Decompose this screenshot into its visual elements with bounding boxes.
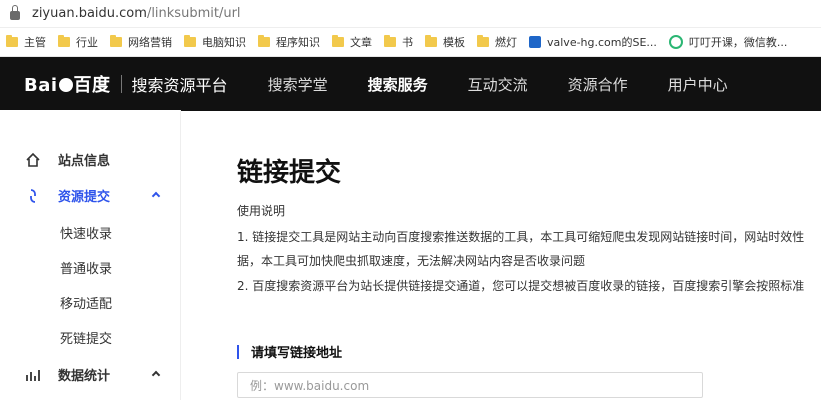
bookmark-item[interactable]: 书: [384, 34, 413, 50]
lock-icon: [10, 5, 20, 20]
folder-icon: [110, 35, 122, 47]
bookmark-label: 网络营销: [128, 36, 172, 49]
usage-line: 1. 链接提交工具是网站主动向百度搜索推送数据的工具，本工具可缩短爬虫发现网站链…: [237, 230, 805, 244]
nav-item-user-center[interactable]: 用户中心: [668, 74, 728, 95]
site-favicon-icon: [529, 36, 541, 48]
site-favicon-icon: [668, 35, 683, 49]
address-bar[interactable]: ziyuan.baidu.com/linksubmit/url: [0, 0, 821, 28]
bookmark-label: 电脑知识: [202, 36, 246, 49]
sidebar-item-resource-submit[interactable]: 资源提交: [0, 186, 180, 205]
brand-left-text: Bai: [24, 75, 58, 96]
bookmark-label: 模板: [443, 36, 465, 49]
bookmark-item[interactable]: 文章: [332, 34, 372, 50]
sidebar-item-label: 数据统计: [58, 369, 111, 384]
url-path: /linksubmit/url: [146, 6, 241, 21]
bookmark-label: 主管: [24, 36, 46, 49]
folder-icon: [58, 35, 70, 47]
bookmark-item[interactable]: 叮叮开课，微信教...: [668, 34, 788, 50]
bookmark-item[interactable]: 模板: [425, 34, 465, 50]
bookmarks-bar: 主管 行业 网络营销 电脑知识 程序知识 文章 书 模板 燃灯 valve-hg…: [0, 28, 821, 57]
folder-icon: [184, 35, 196, 47]
chart-icon: [22, 367, 44, 383]
sidebar-item-data-stats[interactable]: 数据统计: [0, 365, 180, 384]
bookmark-item[interactable]: valve-hg.com的SE...: [529, 34, 657, 50]
bookmark-item[interactable]: 电脑知识: [184, 34, 246, 50]
bookmark-item[interactable]: 主管: [6, 34, 46, 50]
usage-line: 2. 百度搜索资源平台为站长提供链接提交通道，您可以提交想被百度收录的链接，百度…: [237, 279, 805, 293]
nav-item-interaction[interactable]: 互动交流: [468, 74, 528, 95]
bookmark-label: 程序知识: [276, 36, 320, 49]
sidebar: 站点信息 资源提交 快速收录 普通收录 移动适配 死链提交 数据统计: [0, 110, 181, 400]
folder-icon: [384, 35, 396, 47]
section-title: 请填写链接地址: [251, 346, 343, 361]
nav-item-services[interactable]: 搜索服务: [368, 74, 428, 95]
bookmark-label: 文章: [350, 36, 372, 49]
bookmark-item[interactable]: 网络营销: [110, 34, 172, 50]
link-url-input[interactable]: 例：www.baidu.com: [237, 372, 703, 398]
paw-icon: [58, 78, 73, 92]
bookmark-label: 燃灯: [495, 36, 517, 49]
section-header: 请填写链接地址: [237, 342, 342, 361]
brand-wordmark: Bai 百度: [24, 71, 111, 97]
chevron-up-icon[interactable]: [152, 190, 162, 200]
bookmark-label: 叮叮开课，微信教...: [688, 36, 788, 49]
folder-icon: [425, 35, 437, 47]
sidebar-item-site-info[interactable]: 站点信息: [0, 150, 180, 169]
usage-label: 使用说明: [237, 204, 286, 218]
url-host: ziyuan.baidu.com: [32, 6, 147, 21]
section-accent-bar: [237, 344, 239, 359]
home-icon: [22, 152, 44, 168]
baidu-logo[interactable]: Bai 百度 搜索资源平台: [24, 57, 228, 111]
bookmark-item[interactable]: 燃灯: [477, 34, 517, 50]
link-icon: [22, 188, 44, 204]
bookmark-item[interactable]: 程序知识: [258, 34, 320, 50]
folder-icon: [6, 35, 18, 47]
folder-icon: [258, 35, 270, 47]
chevron-up-icon[interactable]: [152, 369, 162, 379]
folder-icon: [477, 35, 489, 47]
nav-item-partnership[interactable]: 资源合作: [568, 74, 628, 95]
top-navigation: Bai 百度 搜索资源平台 搜索学堂 搜索服务 互动交流 资源合作 用户中心: [0, 57, 821, 111]
folder-icon: [332, 35, 344, 47]
sidebar-item-label: 资源提交: [58, 190, 111, 205]
platform-title: 搜索资源平台: [131, 76, 228, 95]
sidebar-subitem-dead-link[interactable]: 死链提交: [60, 328, 112, 347]
input-placeholder: 例：www.baidu.com: [250, 379, 370, 393]
sidebar-subitem-normal-index[interactable]: 普通收录: [60, 258, 112, 277]
bookmark-label: valve-hg.com的SE...: [547, 36, 657, 49]
bookmark-label: 行业: [76, 36, 98, 49]
bookmark-item[interactable]: 行业: [58, 34, 98, 50]
sidebar-subitem-mobile-adapt[interactable]: 移动适配: [60, 293, 112, 312]
nav-item-school[interactable]: 搜索学堂: [268, 74, 328, 95]
usage-line: 据，本工具可加快爬虫抓取速度，无法解决网站内容是否收录问题: [237, 254, 586, 268]
sidebar-item-label: 站点信息: [58, 154, 111, 169]
brand-right-text: 百度: [73, 75, 111, 96]
main-content: 链接提交 使用说明 1. 链接提交工具是网站主动向百度搜索推送数据的工具，本工具…: [237, 110, 821, 400]
logo-divider: [120, 75, 122, 93]
sidebar-subitem-fast-index[interactable]: 快速收录: [60, 223, 112, 242]
url-text[interactable]: ziyuan.baidu.com/linksubmit/url: [32, 6, 241, 21]
page-title: 链接提交: [237, 158, 342, 188]
bookmark-label: 书: [402, 36, 413, 49]
